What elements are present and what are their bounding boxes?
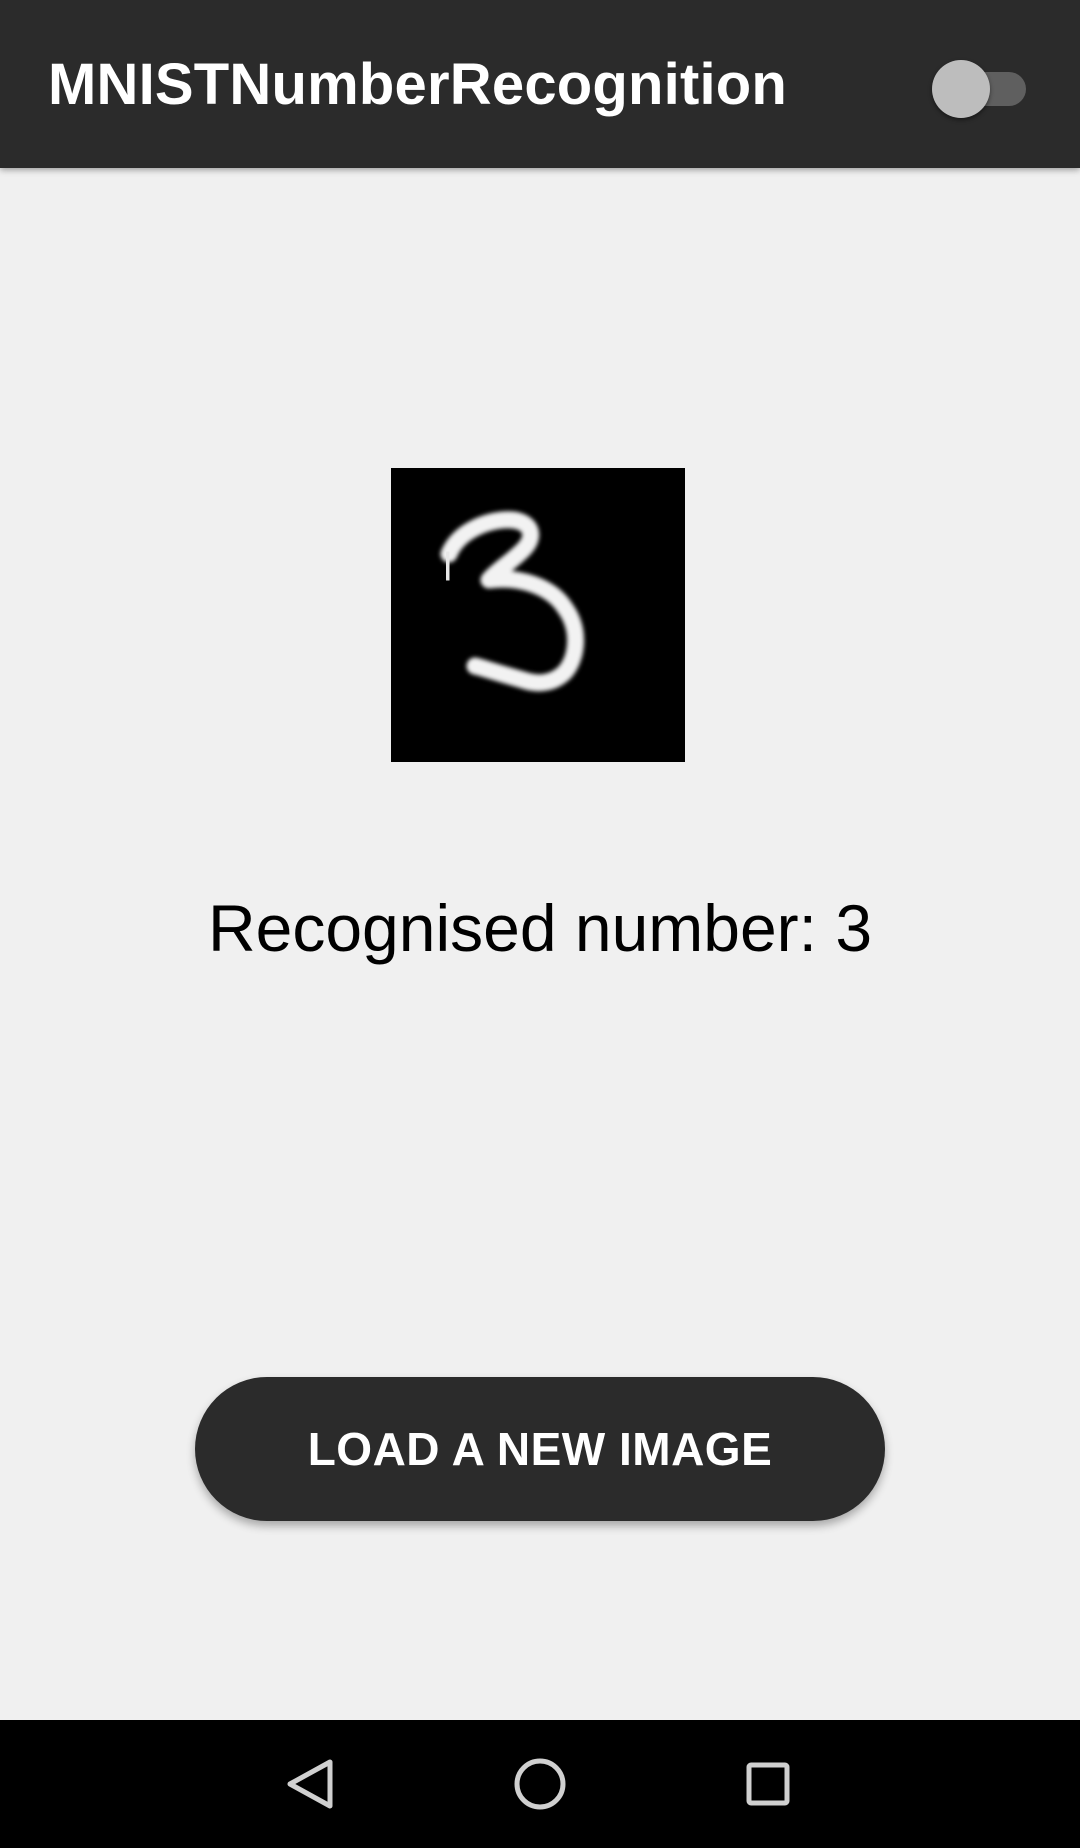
handwritten-digit-icon — [439, 511, 585, 692]
system-nav-bar — [0, 1720, 1080, 1848]
recognised-number-text: Recognised number: 3 — [207, 891, 873, 965]
recents-square-icon — [746, 1762, 790, 1806]
switch-thumb — [932, 60, 990, 118]
nav-home-button[interactable] — [500, 1744, 580, 1824]
app-bar: MNISTNumberRecognition — [0, 0, 1080, 168]
app-title: MNISTNumberRecognition — [48, 52, 788, 117]
back-triangle-icon — [287, 1759, 333, 1809]
theme-toggle-switch[interactable] — [930, 58, 1030, 118]
nav-back-button[interactable] — [270, 1744, 350, 1824]
load-new-image-button[interactable]: LOAD A NEW IMAGE — [195, 1377, 885, 1521]
nav-recents-button[interactable] — [728, 1744, 808, 1824]
home-circle-icon — [514, 1758, 566, 1810]
digit-image — [391, 468, 685, 762]
